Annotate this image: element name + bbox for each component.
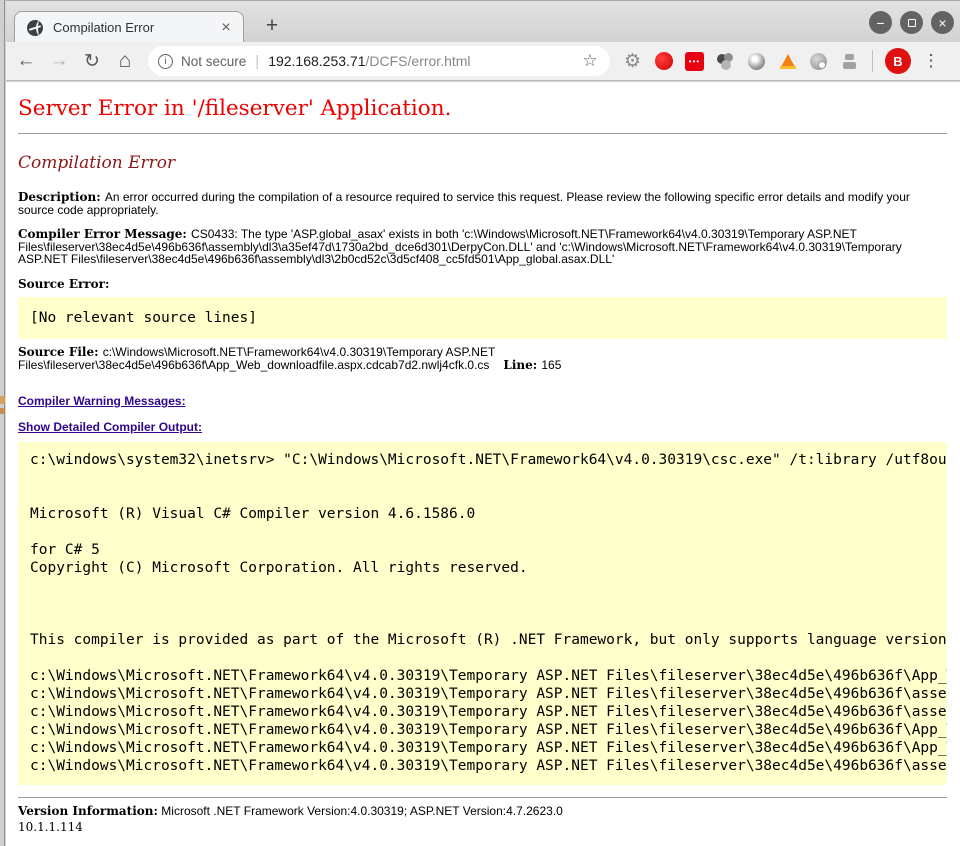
extension-gear-icon[interactable]: ⚙ [622, 51, 643, 72]
url-bar[interactable]: i Not secure | 192.168.253.71/DCFS/error… [148, 46, 610, 76]
url-text[interactable]: 192.168.253.71/DCFS/error.html [268, 53, 580, 69]
extension-red-ball-icon[interactable] [653, 51, 674, 72]
window-controls: − × [869, 11, 954, 34]
bookmark-star-icon[interactable]: ☆ [580, 51, 600, 71]
home-button[interactable]: ⌂ [112, 48, 138, 74]
version-label: Version Information: [18, 804, 158, 818]
tab-close-icon[interactable]: × [217, 19, 235, 37]
url-host: 192.168.253.71 [268, 53, 365, 69]
browser-toolbar: ← → ↻ ⌂ i Not secure | 192.168.253.71/DC… [6, 42, 960, 81]
maximize-button[interactable] [900, 11, 923, 34]
compiler-output-box: c:\windows\system32\inetsrv> "C:\Windows… [18, 442, 947, 785]
toolbar-separator [872, 50, 873, 72]
server-ip: 10.1.1.114 [18, 820, 947, 834]
background-window-accent [0, 408, 5, 414]
forward-button[interactable]: → [46, 48, 72, 74]
page-title: Server Error in '/fileserver' Applicatio… [18, 96, 947, 121]
version-info: Version Information: Microsoft .NET Fram… [18, 804, 947, 818]
desktop-screen: Compilation Error × + − × ← → ↻ ⌂ i Not … [0, 0, 960, 846]
error-subtitle: Compilation Error [18, 153, 947, 173]
tab-title: Compilation Error [53, 20, 217, 35]
compiler-warnings-link[interactable]: Compiler Warning Messages: [18, 394, 947, 408]
description-text: An error occurred during the compilation… [18, 190, 910, 217]
omnibox-separator: | [255, 53, 259, 70]
info-icon[interactable]: i [158, 54, 173, 69]
tab-strip: Compilation Error × + − × [6, 0, 960, 42]
line-value: 165 [541, 358, 561, 372]
source-error-label: Source Error: [18, 277, 109, 291]
close-button[interactable]: × [931, 11, 954, 34]
profile-avatar[interactable]: B [885, 48, 911, 74]
background-window-accent [0, 396, 5, 404]
extension-orb-icon[interactable] [746, 51, 767, 72]
minimize-button[interactable]: − [869, 11, 892, 34]
extension-robot-icon[interactable] [839, 51, 860, 72]
footer-divider [18, 797, 947, 798]
extension-orb-dot-icon[interactable] [808, 51, 829, 72]
new-tab-button[interactable]: + [258, 13, 286, 41]
divider [18, 133, 947, 134]
description-paragraph: Description: An error occurred during th… [18, 191, 940, 216]
background-window-edge [0, 0, 5, 846]
browser-window: Compilation Error × + − × ← → ↻ ⌂ i Not … [6, 0, 960, 846]
source-error-box: [No relevant source lines] [18, 297, 947, 339]
extension-vlc-cone-icon[interactable] [777, 51, 798, 72]
browser-tab[interactable]: Compilation Error × [14, 11, 244, 43]
compiler-error-paragraph: Compiler Error Message: CS0433: The type… [18, 228, 940, 266]
maximize-icon [908, 19, 916, 27]
source-error-line: Source Error: [18, 278, 940, 291]
globe-favicon-icon [27, 20, 43, 36]
line-label: Line: [503, 358, 541, 372]
extension-molecule-icon[interactable] [715, 51, 736, 72]
extension-red-box-icon[interactable]: ••• [684, 51, 705, 72]
source-file-line: Source File: c:\Windows\Microsoft.NET\Fr… [18, 346, 940, 371]
extensions-row: ⚙ ••• [622, 51, 860, 72]
back-button[interactable]: ← [13, 48, 39, 74]
reload-button[interactable]: ↻ [79, 48, 105, 74]
url-path: /DCFS/error.html [366, 53, 471, 69]
version-text: Microsoft .NET Framework Version:4.0.303… [158, 804, 563, 818]
detailed-output-link[interactable]: Show Detailed Compiler Output: [18, 420, 947, 434]
menu-kebab-icon[interactable]: ⋮ [921, 51, 941, 71]
not-secure-label: Not secure [181, 54, 246, 69]
page-content: Server Error in '/fileserver' Applicatio… [6, 82, 960, 846]
